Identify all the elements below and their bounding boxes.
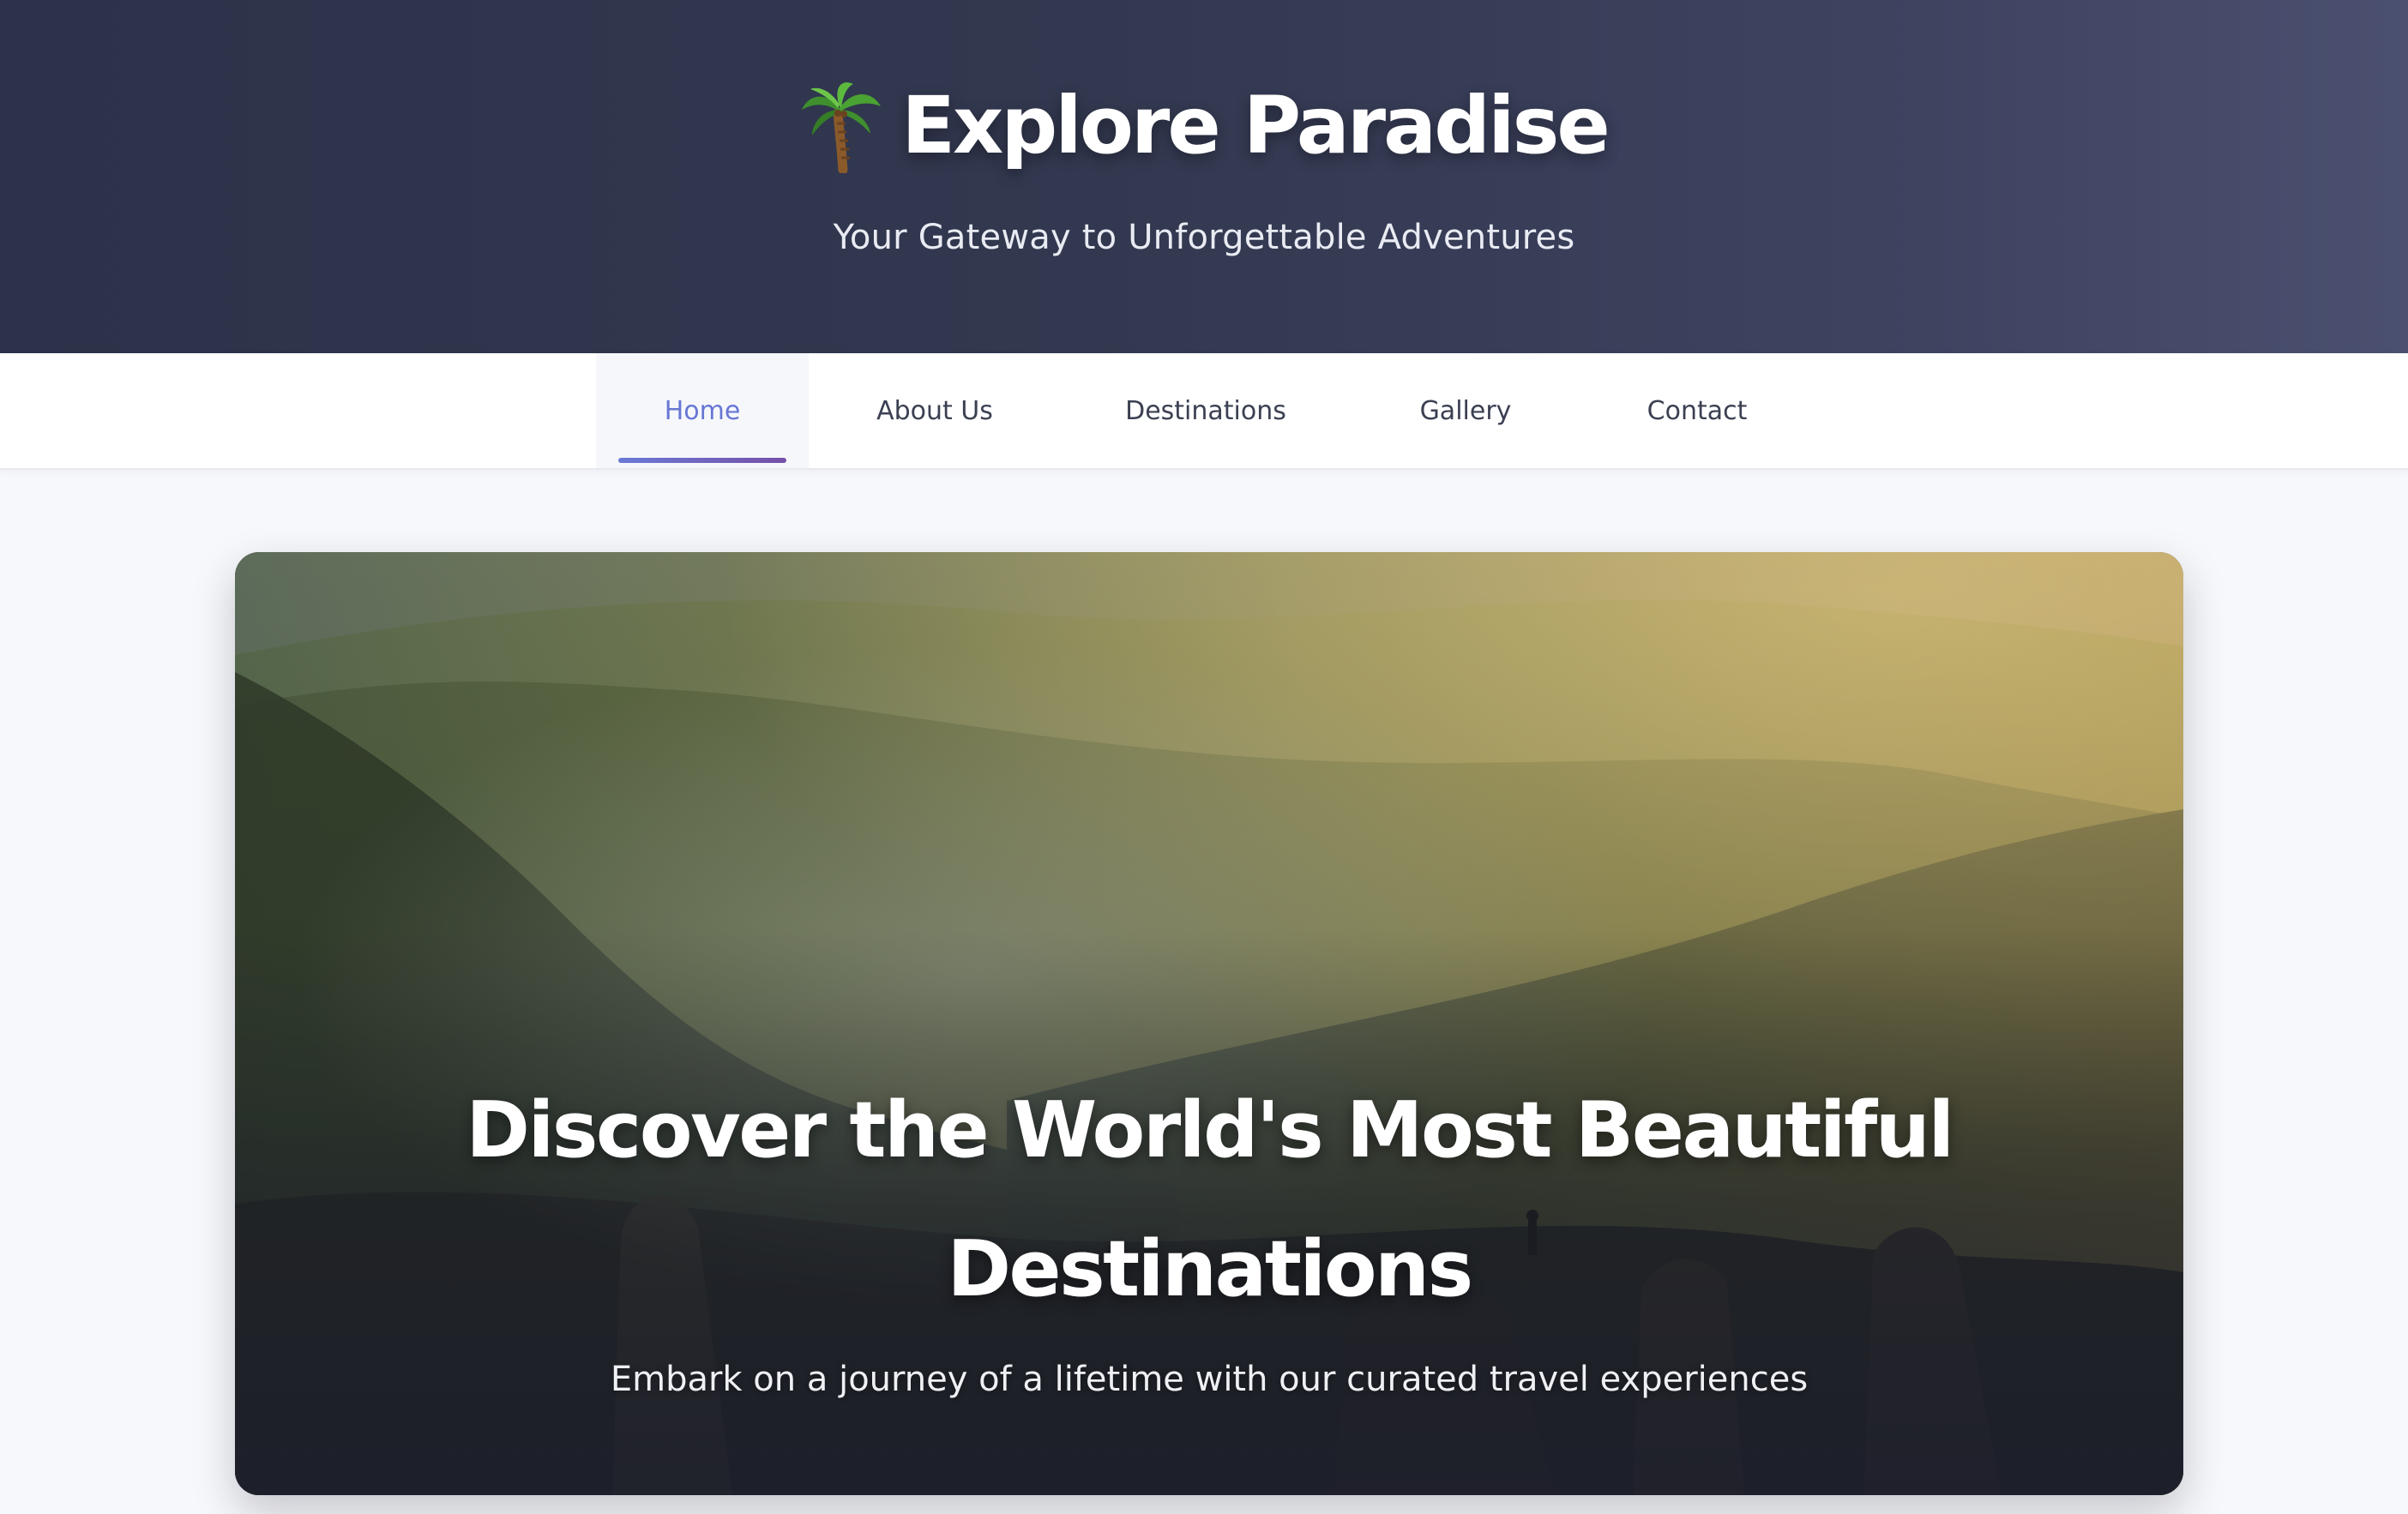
palm-tree-icon <box>800 79 882 175</box>
hero-overlay <box>235 552 2183 1495</box>
nav-item-home[interactable]: Home <box>596 353 809 468</box>
site-tagline: Your Gateway to Unforgettable Adventures <box>833 218 1575 257</box>
hero-subtitle: Embark on a journey of a lifetime with o… <box>610 1360 1809 1399</box>
nav-item-contact[interactable]: Contact <box>1580 353 1814 468</box>
nav-list: Home About Us Destinations Gallery Conta… <box>596 353 1814 468</box>
brand: Explore Paradise <box>0 79 2408 175</box>
hero-title: Discover the World's Most Beautiful Dest… <box>466 1085 1954 1314</box>
hero-banner: Discover the World's Most Beautiful Dest… <box>235 552 2183 1495</box>
site-header: Explore Paradise Your Gateway to Unforge… <box>0 0 2408 353</box>
nav-item-gallery[interactable]: Gallery <box>1351 353 1580 468</box>
main-nav: Home About Us Destinations Gallery Conta… <box>0 353 2408 470</box>
nav-item-about-us[interactable]: About Us <box>809 353 1061 468</box>
nav-item-destinations[interactable]: Destinations <box>1061 353 1351 468</box>
site-title: Explore Paradise <box>901 80 1610 171</box>
